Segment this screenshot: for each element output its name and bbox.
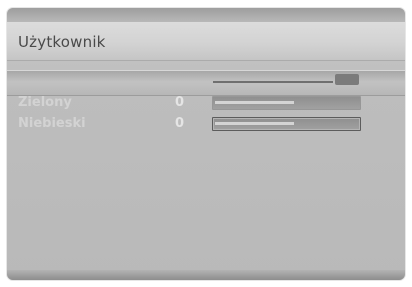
blue-slider-fill xyxy=(215,122,294,125)
subheader-slider-handle[interactable] xyxy=(335,74,359,85)
osd-screen: Użytkownik Zielony 0 Niebieski 0 xyxy=(7,8,405,280)
screen-bottom-edge xyxy=(7,270,405,280)
setting-value-blue: 0 xyxy=(175,116,185,131)
setting-value-green: 0 xyxy=(175,95,185,110)
menu-header: Użytkownik xyxy=(7,22,405,61)
menu-title: Użytkownik xyxy=(18,33,106,51)
setting-label-green: Zielony xyxy=(18,95,72,110)
subheader-slider-track xyxy=(213,81,333,83)
screen-top-edge xyxy=(7,8,405,22)
setting-row-blue[interactable]: Niebieski 0 xyxy=(7,115,405,133)
setting-row-green[interactable]: Zielony 0 xyxy=(7,94,405,112)
green-slider-fill xyxy=(215,101,294,104)
setting-label-blue: Niebieski xyxy=(18,116,86,131)
green-slider[interactable] xyxy=(212,96,361,110)
blue-slider[interactable] xyxy=(212,117,361,131)
